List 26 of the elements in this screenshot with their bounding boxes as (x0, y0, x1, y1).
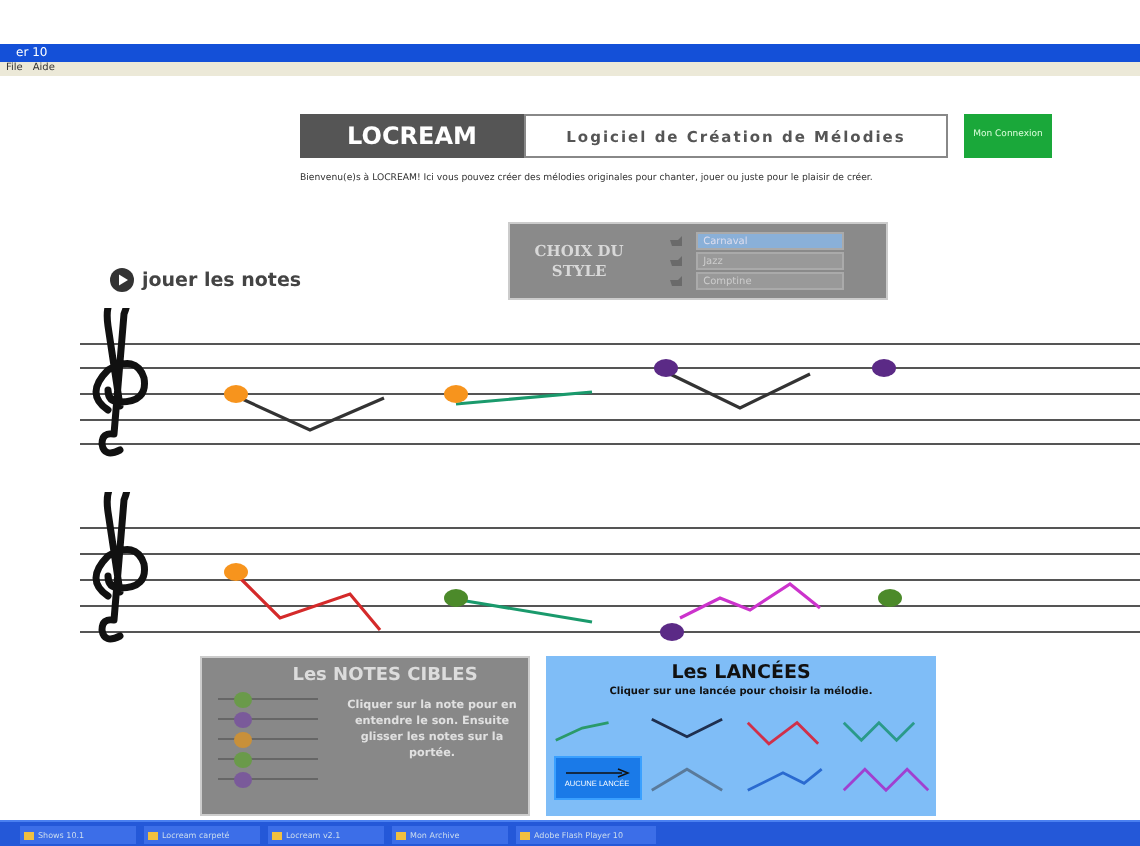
note[interactable] (224, 563, 248, 581)
panel-title: Les NOTES CIBLES (292, 666, 478, 686)
note[interactable] (654, 359, 678, 377)
melody-line[interactable] (239, 396, 385, 432)
note[interactable] (224, 385, 248, 403)
folder-icon (24, 829, 34, 839)
arrow-icon (565, 768, 629, 778)
folder-icon (148, 829, 158, 839)
logo: LOCREAM (300, 114, 524, 158)
folder-icon (272, 829, 282, 839)
melody-line[interactable] (669, 372, 811, 410)
panel-title: Les LANCÉES (671, 662, 811, 684)
folder-icon (520, 829, 530, 839)
play-button[interactable]: jouer les notes (110, 268, 302, 292)
melody-line[interactable] (679, 582, 821, 620)
melody-line[interactable] (455, 390, 593, 406)
treble-clef-icon (92, 308, 148, 457)
treble-clef-icon (92, 492, 148, 643)
note[interactable] (444, 589, 468, 607)
note[interactable] (660, 623, 684, 641)
note[interactable] (872, 359, 896, 377)
play-icon (110, 268, 134, 292)
folder-icon (396, 829, 406, 839)
melody-contour[interactable] (650, 717, 722, 739)
melody-line[interactable] (238, 576, 382, 632)
note[interactable] (878, 589, 902, 607)
